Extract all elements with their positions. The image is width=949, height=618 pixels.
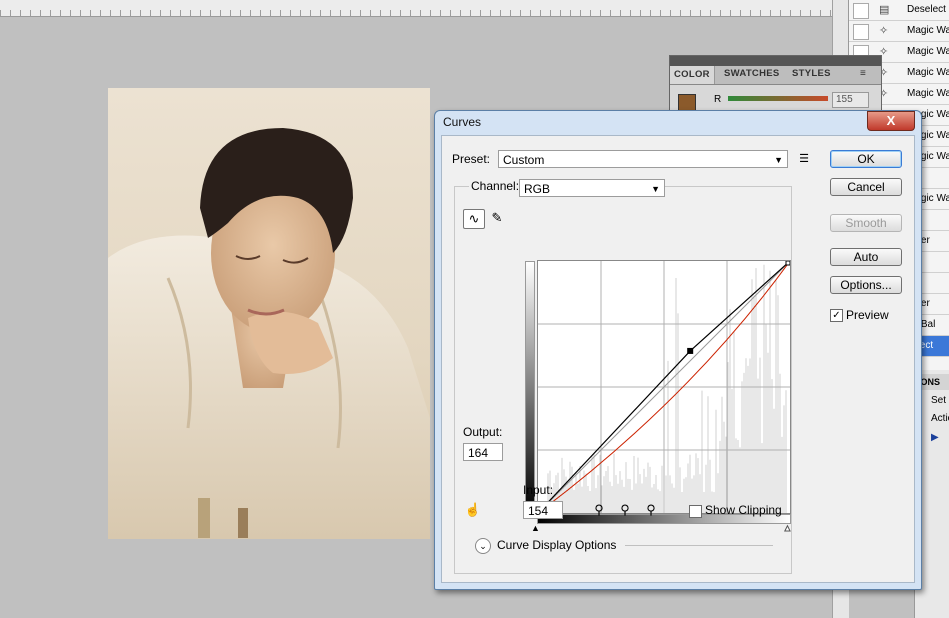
white-eyedropper-icon[interactable]: ⚲ (641, 501, 661, 519)
history-snapshot-checkbox[interactable] (853, 24, 869, 40)
expand-chevron-icon[interactable]: ⌄ (475, 538, 491, 554)
chevron-down-icon: ▼ (651, 184, 660, 194)
preview-label[interactable]: Preview (846, 308, 889, 322)
channel-value: RGB (524, 182, 551, 196)
cancel-button[interactable]: Cancel (830, 178, 902, 196)
top-ruler (0, 0, 832, 17)
history-item-label: Magic Wa (907, 88, 949, 99)
tab-swatches[interactable]: SWATCHES (724, 68, 780, 79)
document-image (108, 88, 430, 539)
auto-button[interactable]: Auto (830, 248, 902, 266)
dialog-body: Preset: Custom ▼ ☰ Channel: RGB ▼ ∿ ✎ ▲ … (441, 135, 915, 583)
white-point-slider-icon[interactable]: ▲ (783, 523, 793, 534)
preset-value: Custom (503, 153, 545, 167)
color-panel: COLOR SWATCHES STYLES ≡ R 155 (669, 55, 882, 117)
preview-checkbox[interactable]: ✓ (830, 309, 843, 322)
gray-eyedropper-icon[interactable]: ⚲ (615, 501, 635, 519)
history-item-label: Magic Wa (907, 46, 949, 57)
curves-dialog: Curves X Preset: Custom ▼ ☰ Channel: RGB… (434, 110, 922, 590)
close-button[interactable]: X (867, 111, 915, 131)
input-label: Input: (523, 483, 554, 497)
red-channel-label: R (714, 94, 722, 105)
history-item[interactable]: ▤ Deselect (849, 0, 949, 21)
curve-display-options-label[interactable]: Curve Display Options (497, 538, 616, 552)
document-icon: ▤ (879, 4, 890, 16)
ok-button[interactable]: OK (830, 150, 902, 168)
output-field[interactable]: 164 (463, 443, 503, 461)
channel-label: Channel: (469, 179, 522, 193)
pencil-icon[interactable]: ✎ (487, 209, 507, 227)
red-channel-value[interactable]: 155 (832, 92, 869, 108)
history-item[interactable]: ✧ Magic Wa (849, 21, 949, 42)
on-image-adjust-hand-icon[interactable]: ☝ (463, 501, 483, 519)
panel-menu-icon[interactable]: ≡ (860, 68, 866, 79)
preset-select[interactable]: Custom ▼ (498, 150, 788, 168)
tab-styles[interactable]: STYLES (792, 68, 831, 79)
show-clipping-checkbox[interactable] (689, 505, 702, 518)
divider (625, 545, 773, 546)
checkmark-icon: ✓ (832, 310, 841, 321)
show-clipping-label[interactable]: Show Clipping (705, 503, 782, 517)
curve-endpoint-white[interactable] (785, 260, 791, 266)
channel-select[interactable]: RGB ▼ (519, 179, 665, 197)
preset-label: Preset: (452, 152, 491, 166)
black-point-slider-icon[interactable]: ▲ (531, 523, 540, 533)
curve-control-point[interactable] (687, 347, 694, 354)
history-item-label: Deselect (907, 4, 946, 15)
portrait-photo-illustration (108, 128, 430, 539)
curves-group: Channel: RGB ▼ ∿ ✎ ▲ ▲ Output: 164 Input… (454, 179, 793, 574)
curves-graph-svg[interactable] (535, 260, 791, 514)
action-set-label: Set (931, 395, 947, 406)
chevron-down-icon: ▼ (774, 155, 783, 165)
preset-options-icon[interactable]: ☰ (794, 150, 814, 168)
color-panel-titlebar[interactable] (670, 56, 881, 66)
curves-graph[interactable] (535, 260, 791, 514)
black-eyedropper-icon[interactable]: ⚲ (589, 501, 609, 519)
history-item-label: Magic Wa (907, 67, 949, 78)
output-label: Output: (463, 425, 503, 439)
history-snapshot-checkbox[interactable] (853, 3, 869, 19)
input-field[interactable]: 154 (523, 501, 563, 519)
action-label: Actio (931, 413, 949, 424)
ruler-ticks (0, 10, 832, 16)
smooth-button[interactable]: Smooth (830, 214, 902, 232)
magic-wand-icon: ✧ (879, 25, 889, 37)
color-panel-tabs: COLOR SWATCHES STYLES ≡ (670, 66, 881, 85)
play-triangle-icon[interactable]: ▶ (931, 432, 939, 443)
curve-point-tool-icon[interactable]: ∿ (463, 209, 485, 229)
red-channel-slider[interactable] (728, 96, 828, 101)
dialog-title: Curves (443, 115, 482, 129)
close-icon: X (886, 113, 896, 128)
tab-color[interactable]: COLOR (670, 66, 715, 84)
history-item-label: Magic Wa (907, 25, 949, 36)
options-button[interactable]: Options... (830, 276, 902, 294)
output-gradient-bar (525, 261, 535, 513)
